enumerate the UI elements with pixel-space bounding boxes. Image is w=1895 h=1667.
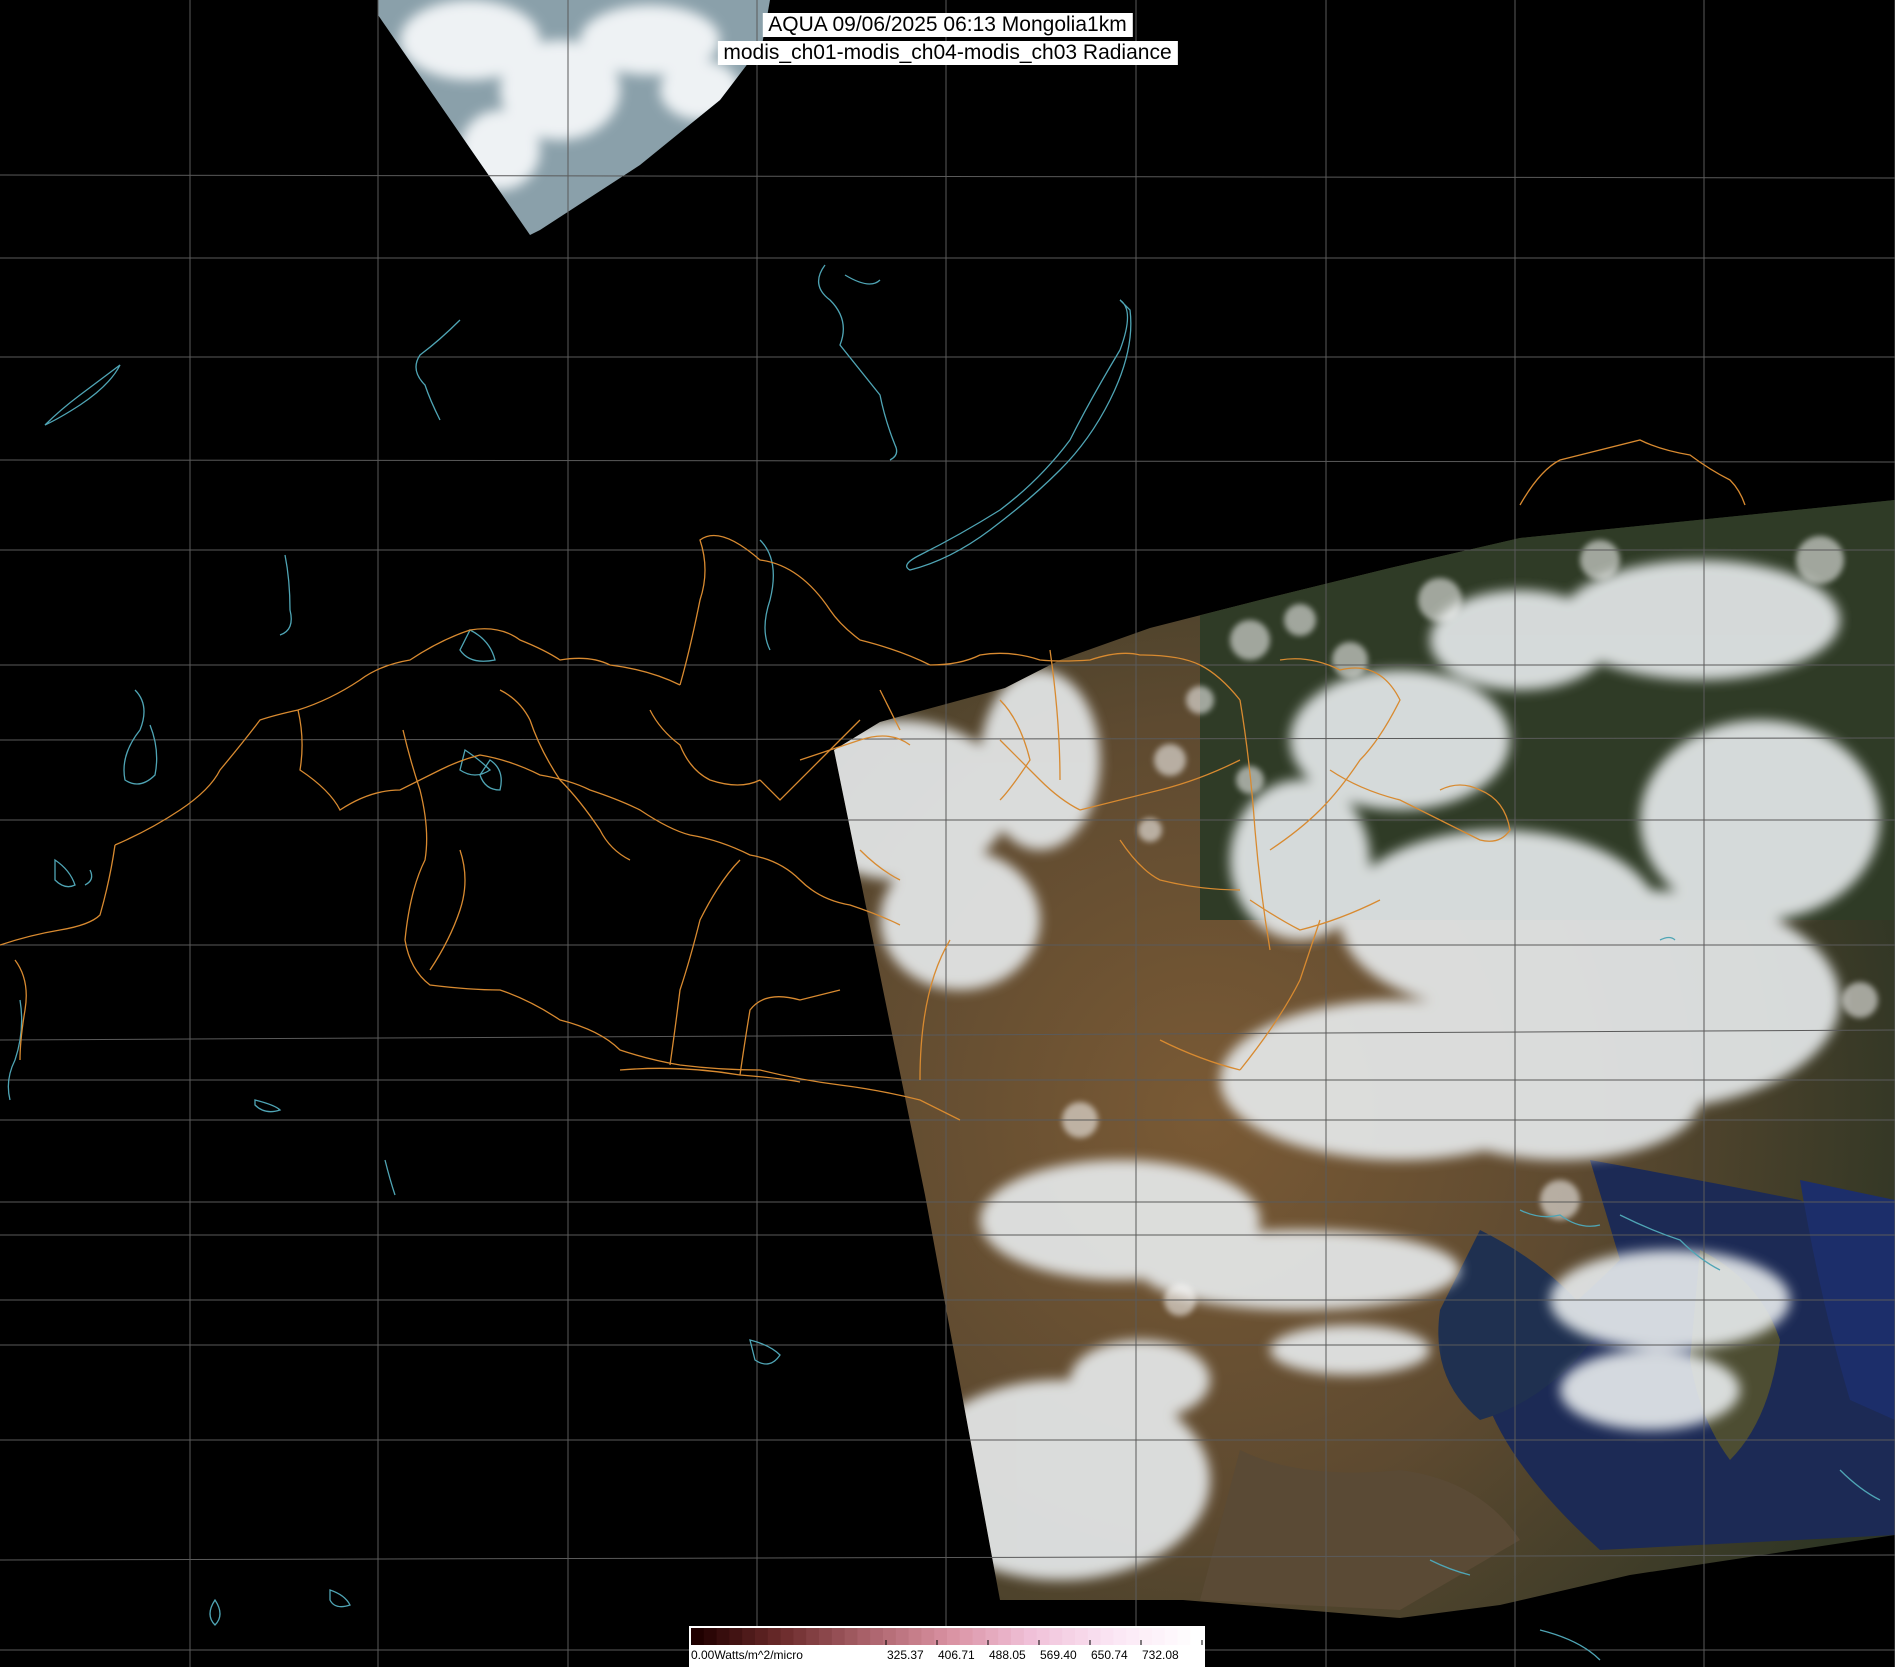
colorbar-swatch — [972, 1628, 986, 1645]
colorbar-label-4: 569.40 — [1040, 1648, 1077, 1662]
colorbar-label-1: 325.37 — [887, 1648, 924, 1662]
colorbar-swatch — [1177, 1628, 1191, 1645]
colorbar-swatch — [1075, 1628, 1089, 1645]
colorbar-label-min: 0.00Watts/m^2/micro — [691, 1648, 803, 1662]
colorbar-swatch — [934, 1628, 948, 1645]
colorbar-label-5: 650.74 — [1091, 1648, 1128, 1662]
colorbar-swatch — [1190, 1628, 1203, 1645]
colorbar-swatch — [1049, 1628, 1063, 1645]
satellite-map — [0, 0, 1895, 1667]
colorbar-swatch — [780, 1628, 794, 1645]
colorbar-swatch — [755, 1628, 769, 1645]
colorbar-swatch — [1062, 1628, 1076, 1645]
colorbar-swatch — [767, 1628, 782, 1645]
satellite-swath-main — [834, 500, 1895, 1618]
colorbar-swatch — [793, 1628, 807, 1645]
colorbar-swatch — [819, 1628, 833, 1645]
colorbar-label-max: 732.08 — [1142, 1648, 1179, 1662]
map-title-line1: AQUA 09/06/2025 06:13 Mongolia1km — [762, 13, 1133, 37]
colorbar-swatch — [870, 1628, 884, 1645]
colorbar-swatch — [998, 1628, 1012, 1645]
satellite-swath-top — [378, 0, 770, 235]
colorbar-swatch — [857, 1628, 871, 1645]
colorbar-swatch — [1164, 1628, 1178, 1645]
colorbar-swatch — [921, 1628, 935, 1645]
colorbar-swatch — [1100, 1628, 1114, 1645]
colorbar-swatch — [844, 1628, 858, 1645]
colorbar-swatch — [691, 1628, 705, 1645]
colorbar-swatch — [883, 1628, 897, 1645]
colorbar-swatch — [742, 1628, 756, 1645]
colorbar-swatch — [729, 1628, 743, 1645]
colorbar-swatch — [806, 1628, 820, 1645]
colorbar-swatch — [1113, 1628, 1127, 1645]
colorbar-swatch — [895, 1628, 910, 1645]
colorbar-swatch — [1023, 1628, 1038, 1645]
colorbar-swatch — [703, 1628, 718, 1645]
colorbar-swatch — [908, 1628, 922, 1645]
colorbar-swatch — [831, 1628, 846, 1645]
colorbar-swatch — [1126, 1628, 1140, 1645]
colorbar-swatch — [716, 1628, 730, 1645]
colorbar-swatch — [947, 1628, 961, 1645]
colorbar-labels: 0.00Watts/m^2/micro 325.37 406.71 488.05… — [689, 1646, 1205, 1666]
colorbar-gradient — [691, 1628, 1203, 1645]
colorbar-swatch — [985, 1628, 999, 1645]
colorbar-label-2: 406.71 — [938, 1648, 975, 1662]
colorbar-swatch — [959, 1628, 974, 1645]
map-title-line2: modis_ch01-modis_ch04-modis_ch03 Radianc… — [717, 41, 1178, 65]
colorbar-legend: 0.00Watts/m^2/micro 325.37 406.71 488.05… — [689, 1626, 1205, 1667]
colorbar-swatch — [1151, 1628, 1166, 1645]
colorbar-swatch — [1011, 1628, 1025, 1645]
colorbar-label-3: 488.05 — [989, 1648, 1026, 1662]
